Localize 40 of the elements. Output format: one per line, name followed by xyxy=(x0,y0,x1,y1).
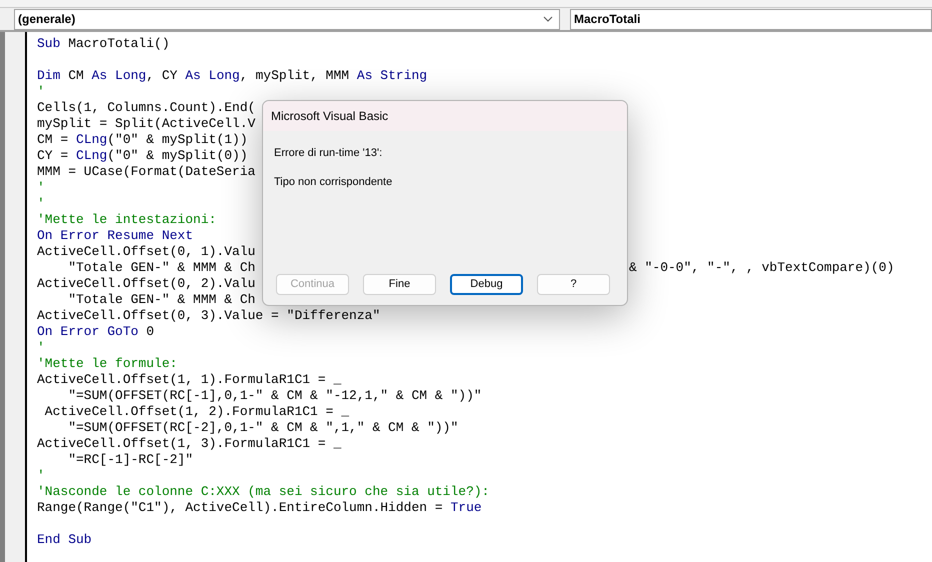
code-line: ActiveCell.Offset(1, 2).FormulaR1C1 = _ xyxy=(44,404,350,419)
code-line: Dim CM As Long, CY As Long, mySplit, MMM As String xyxy=(37,68,428,83)
code-line: 'Nasconde le colonne C:XXX (ma sei sicuro che sia utile?): xyxy=(37,484,490,499)
dialog-title: Microsoft Visual Basic xyxy=(271,108,388,125)
code-line: mySplit = Split(ActiveCell.V xyxy=(37,116,256,131)
code-line: "=SUM(OFFSET(RC[-1],0,1-" & CM & "-12,1," & CM & "))" xyxy=(67,388,482,403)
object-dropdown[interactable]: (generale) xyxy=(14,8,560,30)
chevron-down-icon xyxy=(543,16,553,22)
dialog-button[interactable]: Debug xyxy=(450,274,523,295)
code-line: ActiveCell.Offset(0, 1).Valu xyxy=(37,244,256,259)
code-line: 'Mette le intestazioni: xyxy=(37,212,216,227)
code-line: End Sub xyxy=(37,532,92,547)
code-line: MMM = UCase(Format(DateSeria xyxy=(37,164,256,179)
code-line: Sub MacroTotali() xyxy=(37,36,170,51)
procedure-dropdown[interactable]: MacroTotali xyxy=(570,8,932,30)
code-line: CM = CLng("0" & mySplit(1)) xyxy=(37,132,248,147)
code-line: ' xyxy=(37,196,45,211)
code-line: CY = CLng("0" & mySplit(0)) xyxy=(37,148,248,163)
code-line: "Totale GEN-" & MMM & Ch xyxy=(67,292,256,307)
code-line: Range(Range("C1"), ActiveCell).EntireColumn.Hidden = True xyxy=(37,500,482,515)
code-line: ' xyxy=(37,180,45,195)
code-line: ' xyxy=(37,84,45,99)
code-line: ActiveCell.Offset(0, 3).Value = "Differenza" xyxy=(37,308,380,323)
code-line: On Error GoTo 0 xyxy=(37,324,154,339)
code-line: & "-0-0", "-", , vbTextCompare)(0) xyxy=(629,260,894,276)
code-line: "=RC[-1]-RC[-2]" xyxy=(67,452,194,467)
code-line: "Totale GEN-" & MMM & Ch xyxy=(67,260,256,275)
code-line: Cells(1, Columns.Count).End( xyxy=(37,100,256,115)
code-line: On Error Resume Next xyxy=(37,228,194,243)
dialog-button[interactable]: Fine xyxy=(363,274,436,295)
code-line: ActiveCell.Offset(1, 1).FormulaR1C1 = _ xyxy=(37,372,342,387)
code-line: ActiveCell.Offset(1, 3).FormulaR1C1 = _ xyxy=(37,436,342,451)
dialog-button[interactable]: ? xyxy=(537,274,610,295)
code-line: ' xyxy=(37,340,45,355)
code-line: ActiveCell.Offset(0, 2).Valu xyxy=(37,276,256,291)
code-line: "=SUM(OFFSET(RC[-2],0,1-" & CM & ",1," & CM & "))" xyxy=(67,420,458,435)
code-line: ' xyxy=(37,468,45,483)
error-detail: Tipo non corrispondente xyxy=(274,174,392,190)
error-message: Errore di run-time '13': xyxy=(274,146,382,161)
code-line: 'Mette le formule: xyxy=(37,356,178,371)
